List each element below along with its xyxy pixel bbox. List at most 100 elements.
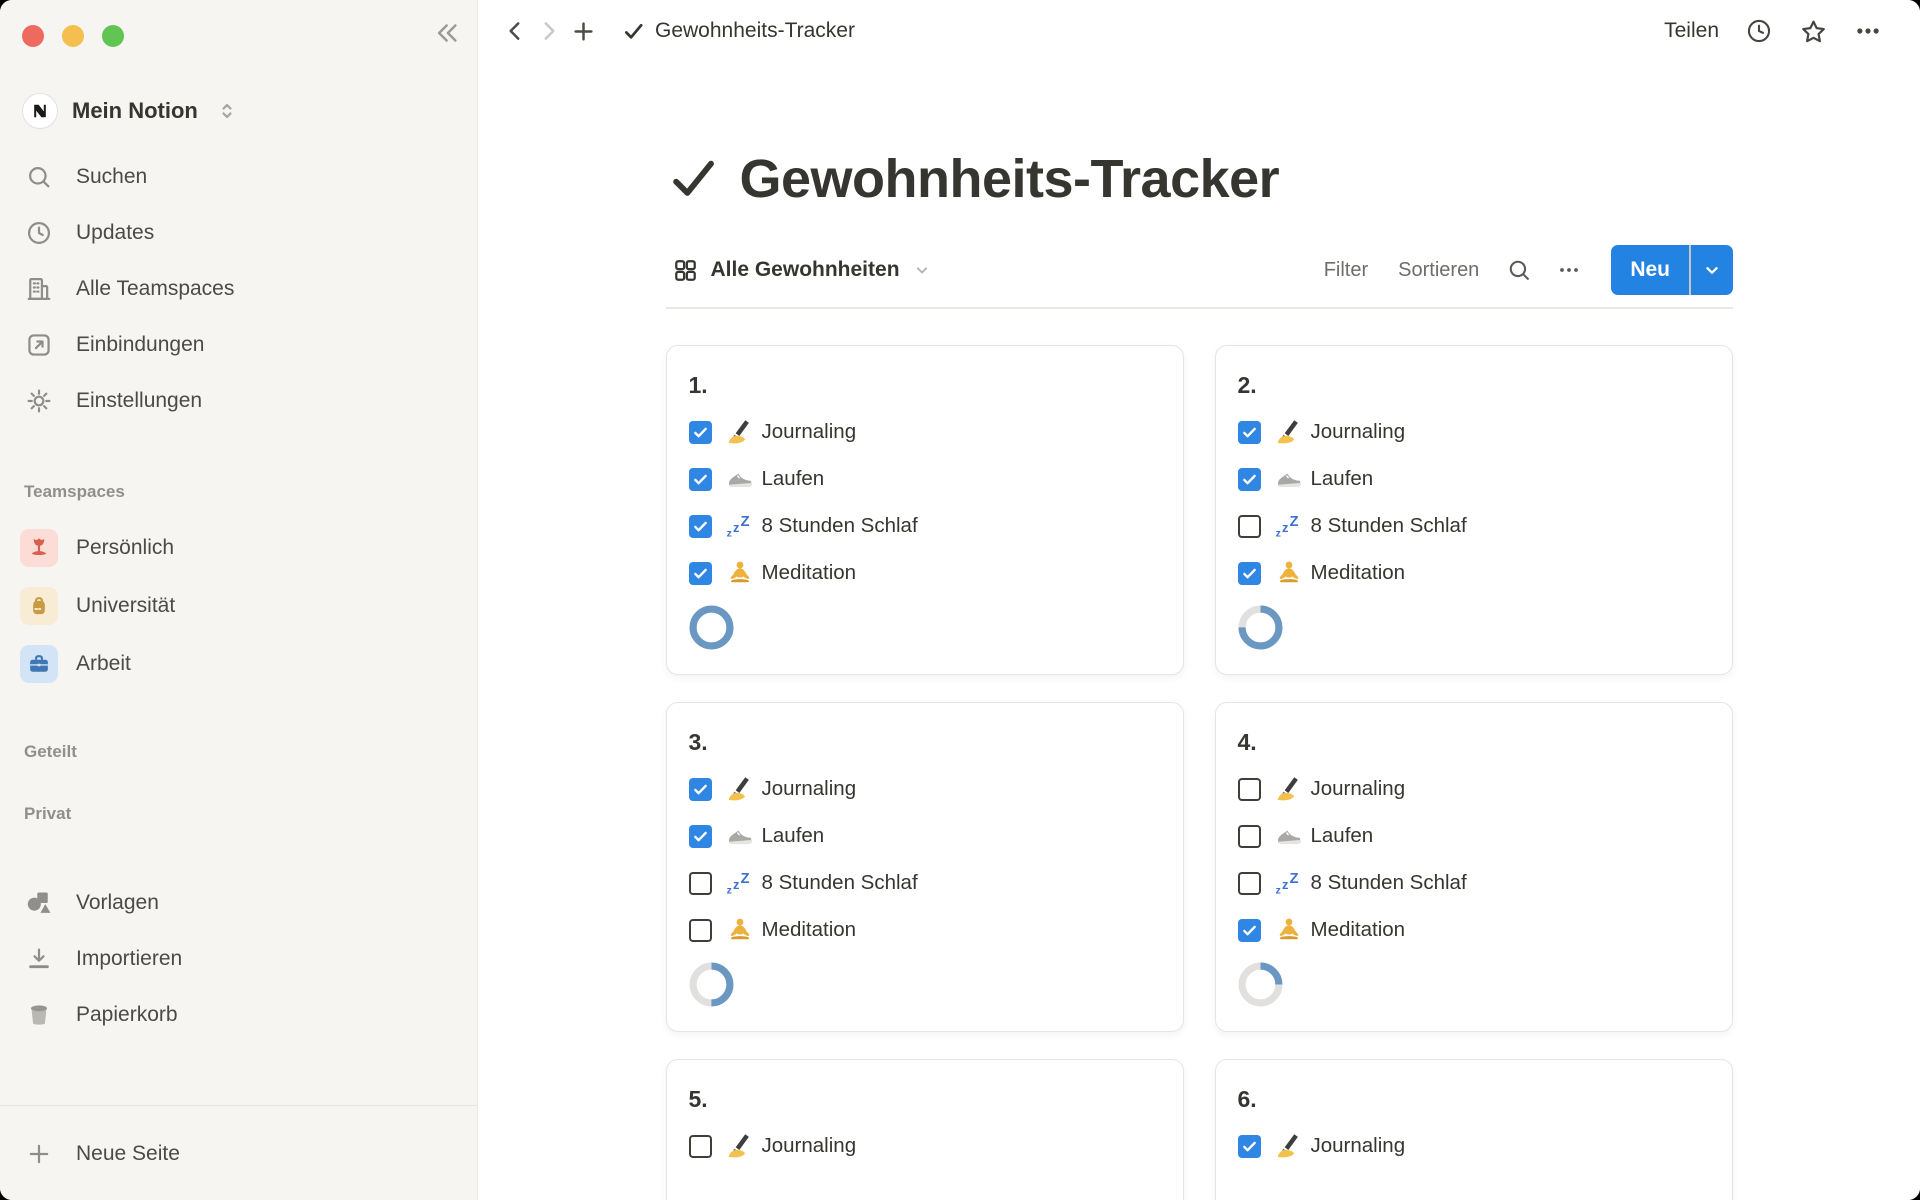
favorite-star-icon[interactable]	[1791, 12, 1836, 50]
svg-text:z: z	[1276, 885, 1281, 897]
sidebar-item-universitaet[interactable]: Universität	[0, 577, 477, 635]
checkbox-unchecked[interactable]	[689, 919, 712, 942]
download-icon	[24, 944, 54, 974]
tulip-icon	[20, 529, 58, 567]
notion-window: Mein Notion SuchenUpdates Alle Teamspaces…	[0, 0, 1920, 1200]
checkbox-checked[interactable]	[689, 468, 712, 491]
svg-text:z: z	[733, 877, 739, 892]
breadcrumb-title: Gewohnheits-Tracker	[655, 19, 855, 43]
habit-label: Journaling	[762, 420, 857, 444]
habit-label: Journaling	[1311, 420, 1406, 444]
history-clock-icon[interactable]	[1737, 12, 1781, 50]
minimize-window-button[interactable]	[62, 25, 84, 47]
checkbox-checked[interactable]	[689, 825, 712, 848]
section-header-teamspaces[interactable]: Teamspaces	[0, 479, 477, 505]
checkbox-checked[interactable]	[1238, 919, 1261, 942]
building-icon	[24, 274, 54, 304]
checkbox-checked[interactable]	[1238, 1135, 1261, 1158]
svg-text:z: z	[733, 520, 739, 535]
new-entry-dropdown-button[interactable]	[1691, 245, 1733, 295]
sidebar-item-vorlagen[interactable]: Vorlagen	[0, 875, 477, 931]
checkbox-unchecked[interactable]	[689, 1135, 712, 1158]
check-icon	[622, 20, 645, 43]
section-header-geteilt[interactable]: Geteilt	[0, 739, 477, 765]
habit-card-4[interactable]: 4.JournalingLaufenzzZ8 Stunden SchlafMed…	[1215, 702, 1733, 1032]
habit-label: Meditation	[762, 561, 857, 585]
view-tab-alle-gewohnheiten[interactable]: Alle Gewohnheiten	[666, 253, 938, 288]
sidebar-item-persoenlich[interactable]: Persönlich	[0, 519, 477, 577]
sidebar-item-label: Importieren	[76, 947, 182, 971]
section-header-privat[interactable]: Privat	[0, 801, 477, 827]
sidebar-item-einbindungen[interactable]: Einbindungen	[0, 317, 477, 373]
habit-card-1[interactable]: 1.JournalingLaufenzzZ8 Stunden SchlafMed…	[666, 345, 1184, 675]
new-page-button[interactable]: Neue Seite	[0, 1107, 477, 1200]
page-title[interactable]: Gewohnheits-Tracker	[666, 148, 1733, 210]
search-icon[interactable]	[1501, 252, 1537, 288]
share-button[interactable]: Teilen	[1656, 12, 1727, 50]
sort-button[interactable]: Sortieren	[1390, 254, 1487, 287]
svg-text:Z: Z	[741, 514, 750, 530]
workspace-switcher[interactable]: Mein Notion	[22, 87, 463, 135]
sidebar-item-label: Papierkorb	[76, 1003, 178, 1027]
writing-hand-icon	[726, 1133, 755, 1160]
page-content: Gewohnheits-Tracker Alle Gewohnheiten Fi…	[666, 62, 1733, 1200]
sidebar-item-suchen[interactable]: Suchen	[0, 149, 477, 205]
sidebar-item-importieren[interactable]: Importieren	[0, 931, 477, 987]
checkbox-checked[interactable]	[689, 778, 712, 801]
new-tab-button[interactable]	[566, 14, 600, 48]
checkbox-checked[interactable]	[689, 515, 712, 538]
sidebar-item-alle-teamspaces[interactable]: Alle Teamspaces	[0, 261, 477, 317]
filter-button[interactable]: Filter	[1316, 254, 1376, 287]
close-window-button[interactable]	[22, 25, 44, 47]
breadcrumb[interactable]: Gewohnheits-Tracker	[614, 15, 863, 47]
habit-card-3[interactable]: 3.JournalingLaufenzzZ8 Stunden SchlafMed…	[666, 702, 1184, 1032]
svg-text:z: z	[1276, 528, 1281, 540]
habit-card-6[interactable]: 6.Journaling	[1215, 1059, 1733, 1200]
teamspace-list: PersönlichUniversitätArbeit	[0, 519, 477, 693]
back-button[interactable]	[498, 14, 532, 48]
writing-hand-icon	[1275, 1133, 1304, 1160]
new-entry-button[interactable]: Neu	[1611, 245, 1689, 295]
sidebar-item-einstellungen[interactable]: Einstellungen	[0, 373, 477, 429]
zzz-icon: zzZ	[1275, 870, 1304, 897]
zoom-window-button[interactable]	[102, 25, 124, 47]
sidebar-sections: Teamspaces PersönlichUniversitätArbeit Get…	[0, 479, 477, 827]
checkbox-checked[interactable]	[689, 421, 712, 444]
sidebar-item-updates[interactable]: Updates	[0, 205, 477, 261]
toolbar-divider	[666, 307, 1733, 309]
notion-logo-icon	[22, 93, 58, 129]
writing-hand-icon	[1275, 776, 1304, 803]
more-options-icon[interactable]	[1846, 12, 1890, 50]
habit-card-2[interactable]: 2.JournalingLaufenzzZ8 Stunden SchlafMed…	[1215, 345, 1733, 675]
sidebar-item-label: Vorlagen	[76, 891, 159, 915]
checkbox-checked[interactable]	[1238, 421, 1261, 444]
sidebar-item-arbeit[interactable]: Arbeit	[0, 635, 477, 693]
habit-card-5[interactable]: 5.Journaling	[666, 1059, 1184, 1200]
habit-row: zzZ8 Stunden Schlaf	[1238, 860, 1710, 907]
trash-icon	[24, 1000, 54, 1030]
checkbox-unchecked[interactable]	[1238, 872, 1261, 895]
more-options-icon[interactable]	[1551, 252, 1587, 288]
lotus-person-icon	[1275, 917, 1304, 944]
running-shoe-icon	[726, 466, 755, 493]
collapse-sidebar-icon[interactable]	[431, 18, 461, 53]
forward-button[interactable]	[532, 14, 566, 48]
page-title-text: Gewohnheits-Tracker	[740, 148, 1280, 210]
checkbox-unchecked[interactable]	[689, 872, 712, 895]
checkbox-unchecked[interactable]	[1238, 825, 1261, 848]
checkbox-checked[interactable]	[689, 562, 712, 585]
habit-label: Journaling	[762, 777, 857, 801]
view-toolbar: Alle Gewohnheiten Filter Sortieren	[666, 244, 1733, 296]
sidebar-item-label: Einbindungen	[76, 333, 204, 357]
svg-text:Z: Z	[1290, 514, 1299, 530]
gallery-view-icon	[672, 257, 699, 284]
chevron-down-icon	[1701, 259, 1723, 281]
checkbox-checked[interactable]	[1238, 562, 1261, 585]
shapes-icon	[24, 888, 54, 918]
sidebar-divider	[0, 1105, 477, 1107]
checkbox-unchecked[interactable]	[1238, 778, 1261, 801]
checkbox-checked[interactable]	[1238, 468, 1261, 491]
sidebar-item-papierkorb[interactable]: Papierkorb	[0, 987, 477, 1043]
checkbox-unchecked[interactable]	[1238, 515, 1261, 538]
sidebar-item-label: Alle Teamspaces	[76, 277, 234, 301]
